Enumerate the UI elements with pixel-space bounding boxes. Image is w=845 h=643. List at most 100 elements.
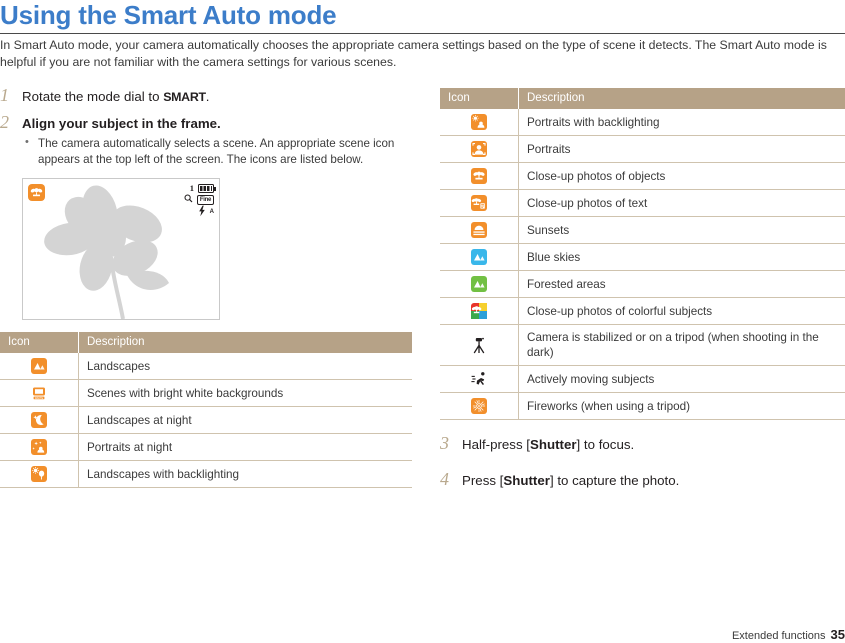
right-column: Icon Description Portraits with backligh… [440,88,845,499]
backlight-landscape-icon [31,466,47,482]
white-background-icon: WHITE [31,385,47,401]
table-row: Sunsets [440,216,845,244]
step-3: 3 Half-press [Shutter] to focus. [440,433,845,454]
table-row: Landscapes at night [0,406,412,434]
step-4: 4 Press [Shutter] to capture the photo. [440,469,845,490]
blue-sky-icon [471,249,487,265]
icon-cell [440,243,519,271]
title-divider [0,33,845,34]
page-footer: Extended functions 35 [732,628,845,643]
tripod-icon [471,337,487,354]
portrait-icon [471,141,487,157]
icon-cell [440,189,519,217]
icon-cell [0,460,79,488]
night-landscape-icon [31,412,47,428]
step-3-text-before: Half-press [ [462,437,530,452]
night-portrait-icon [31,439,47,455]
description-cell: Scenes with bright white backgrounds [78,379,412,407]
macro-color-icon [471,303,487,319]
flash-auto-icon [197,205,209,220]
quality-badge: Fine [196,195,214,205]
table-row: Actively moving subjects [440,365,845,393]
icon-cell [440,365,519,393]
step-1-bold-word: SMART [163,90,206,104]
left-column: 1 Rotate the mode dial to SMART. 2 Align… [0,85,412,488]
table-row: Portraits with backlighting [440,109,845,136]
table-row: Close-up photos of text [440,189,845,217]
step-1-number: 1 [0,85,9,105]
icon-cell [440,135,519,163]
description-cell: Sunsets [518,216,845,244]
list-item: The camera automatically selects a scene… [22,135,412,167]
table-row: Landscapes with backlighting [0,460,412,488]
fireworks-icon [471,398,487,414]
step-3-number: 3 [440,433,449,453]
scene-icon-table-left: Icon Description Landscapes WHITE Scenes… [0,332,412,488]
table-row: Fireworks (when using a tripod) [440,392,845,420]
icon-cell [440,297,519,325]
table-header-row: Icon Description [0,332,412,353]
icon-cell: WHITE [0,379,79,407]
step-2-heading: Align your subject in the frame. [22,116,221,131]
step-1-text-before: Rotate the mode dial to [22,89,164,104]
description-cell: Portraits at night [78,433,412,461]
step-4-number: 4 [440,469,449,489]
landscape-orange-icon [31,358,47,374]
description-cell: Forested areas [518,270,845,298]
manual-page: Using the Smart Auto mode In Smart Auto … [0,0,845,643]
table-row: Portraits at night [0,433,412,461]
camera-preview-screenshot: 1 Fine A [22,178,220,320]
table-header-row: Icon Description [440,88,845,109]
description-cell: Camera is stabilized or on a tripod (whe… [518,324,845,366]
intro-paragraph: In Smart Auto mode, your camera automati… [0,38,827,69]
sunset-icon [471,222,487,238]
step-4-text-before: Press [ [462,473,504,488]
camera-osd: 1 Fine A [184,182,216,220]
icon-cell [440,324,519,366]
shots-remaining: 1 [189,182,194,193]
backlight-portrait-icon [471,114,487,130]
page-title: Using the Smart Auto mode [0,0,337,30]
step-4-bold-word: Shutter [503,473,550,488]
flash-auto-label: A [209,208,214,215]
description-cell: Close-up photos of text [518,189,845,217]
footer-page-number: 35 [830,627,845,642]
step-4-text-after: ] to capture the photo. [549,473,680,488]
icon-cell [440,109,519,136]
step-1-text: Rotate the mode dial to SMART. [22,88,412,106]
column-header-icon: Icon [440,88,519,109]
icon-cell [440,162,519,190]
battery-full-icon [198,183,216,193]
step-2-text: Align your subject in the frame. [22,115,412,133]
icon-cell [440,270,519,298]
icon-cell [0,353,79,380]
step-4-text: Press [Shutter] to capture the photo. [462,472,845,490]
action-icon [471,371,487,387]
osd-row-flash: A [184,205,214,220]
osd-row-battery: 1 [184,182,216,194]
icon-cell [440,392,519,420]
table-row: WHITE Scenes with bright white backgroun… [0,379,412,407]
macro-text-icon [471,195,487,211]
table-row: Forested areas [440,270,845,298]
description-cell: Close-up photos of colorful subjects [518,297,845,325]
step-2: 2 Align your subject in the frame. The c… [0,112,412,167]
scene-icon-table-right: Icon Description Portraits with backligh… [440,88,845,420]
step-3-bold-word: Shutter [529,437,577,452]
description-cell: Close-up photos of objects [518,162,845,190]
icon-cell [0,406,79,434]
magnifier-icon [184,194,193,206]
table-row: Camera is stabilized or on a tripod (whe… [440,324,845,366]
column-header-icon: Icon [0,332,79,353]
description-cell: Portraits with backlighting [518,109,845,136]
icon-cell [440,216,519,244]
description-cell: Fireworks (when using a tripod) [518,392,845,420]
svg-text:WHITE: WHITE [35,396,44,400]
table-row: Close-up photos of objects [440,162,845,190]
macro-flower-icon [28,184,45,201]
table-row: Close-up photos of colorful subjects [440,297,845,325]
table-row: Landscapes [0,353,412,380]
description-cell: Portraits [518,135,845,163]
column-header-description: Description [518,88,845,109]
description-cell: Landscapes with backlighting [78,460,412,488]
